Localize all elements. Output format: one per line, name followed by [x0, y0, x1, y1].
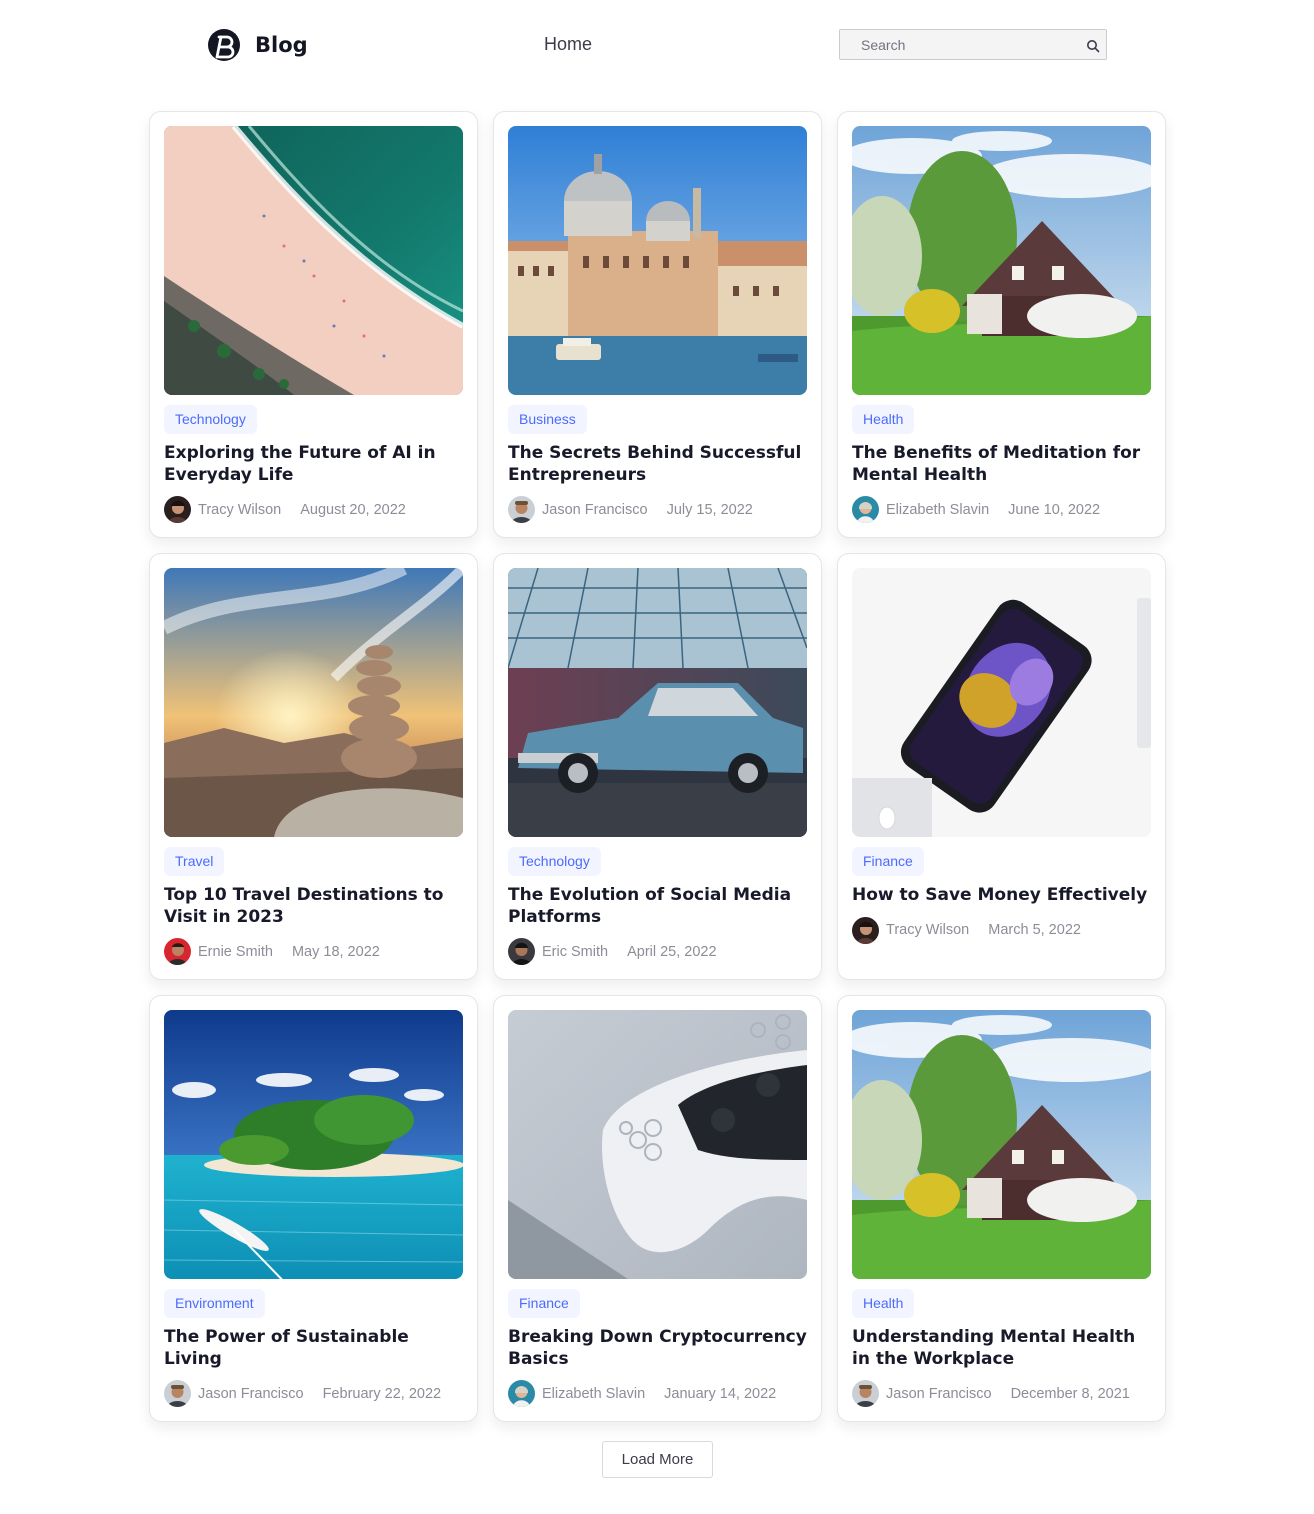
- post-title[interactable]: The Evolution of Social Media Platforms: [508, 885, 807, 928]
- post-meta: Jason Francisco July 15, 2022: [508, 496, 807, 523]
- author-avatar[interactable]: [164, 1380, 191, 1407]
- author-avatar[interactable]: [852, 496, 879, 523]
- post-grid: Technology Exploring the Future of AI in…: [149, 111, 1166, 1422]
- post-thumbnail[interactable]: [508, 1010, 807, 1279]
- post-card[interactable]: Technology Exploring the Future of AI in…: [149, 111, 478, 538]
- post-meta: Tracy Wilson August 20, 2022: [164, 496, 463, 523]
- post-date: May 18, 2022: [291, 943, 380, 960]
- post-title[interactable]: Top 10 Travel Destinations to Visit in 2…: [164, 885, 463, 928]
- category-tag[interactable]: Travel: [164, 847, 225, 876]
- author-name[interactable]: Ernie Smith: [198, 944, 273, 960]
- category-tag[interactable]: Business: [508, 405, 587, 434]
- post-card[interactable]: Travel Top 10 Travel Destinations to Vis…: [149, 553, 478, 980]
- logo-icon: [207, 28, 241, 62]
- post-thumbnail[interactable]: [852, 1010, 1151, 1279]
- category-tag[interactable]: Finance: [508, 1289, 580, 1318]
- author-avatar[interactable]: [508, 938, 535, 965]
- post-thumbnail[interactable]: [508, 126, 807, 395]
- post-title[interactable]: Exploring the Future of AI in Everyday L…: [164, 443, 463, 486]
- post-date: December 8, 2021: [1010, 1385, 1130, 1402]
- post-title[interactable]: The Benefits of Meditation for Mental He…: [852, 443, 1151, 486]
- author-avatar[interactable]: [852, 1380, 879, 1407]
- author-avatar[interactable]: [508, 496, 535, 523]
- author-avatar[interactable]: [852, 916, 879, 944]
- post-card[interactable]: Technology The Evolution of Social Media…: [493, 553, 822, 980]
- author-name[interactable]: Elizabeth Slavin: [542, 1386, 645, 1402]
- post-meta: Ernie Smith May 18, 2022: [164, 938, 463, 965]
- site-header: Blog Home: [0, 0, 1314, 90]
- author-name[interactable]: Elizabeth Slavin: [886, 502, 989, 518]
- post-date: August 20, 2022: [300, 501, 406, 518]
- post-title[interactable]: Breaking Down Cryptocurrency Basics: [508, 1327, 807, 1370]
- post-date: March 5, 2022: [988, 922, 1081, 938]
- author-name[interactable]: Tracy Wilson: [886, 922, 969, 938]
- category-tag[interactable]: Environment: [164, 1289, 265, 1318]
- search-input[interactable]: [840, 30, 1106, 59]
- post-title[interactable]: Understanding Mental Health in the Workp…: [852, 1327, 1151, 1370]
- post-card[interactable]: Finance How to Save Money Effectively Tr…: [837, 553, 1166, 980]
- search-icon[interactable]: [1086, 39, 1100, 53]
- post-title[interactable]: The Secrets Behind Successful Entreprene…: [508, 443, 807, 486]
- author-name[interactable]: Eric Smith: [542, 944, 608, 960]
- post-card[interactable]: Health Understanding Mental Health in th…: [837, 995, 1166, 1422]
- post-card[interactable]: Environment The Power of Sustainable Liv…: [149, 995, 478, 1422]
- nav-home-link[interactable]: Home: [544, 34, 592, 55]
- post-meta: Jason Francisco February 22, 2022: [164, 1380, 463, 1407]
- category-tag[interactable]: Health: [852, 405, 915, 434]
- author-name[interactable]: Jason Francisco: [198, 1386, 304, 1402]
- logo[interactable]: Blog: [207, 28, 308, 62]
- author-name[interactable]: Jason Francisco: [886, 1386, 992, 1402]
- load-more-button[interactable]: Load More: [602, 1441, 713, 1478]
- post-meta: Elizabeth Slavin June 10, 2022: [852, 496, 1151, 523]
- post-meta: Jason Francisco December 8, 2021: [852, 1380, 1151, 1407]
- post-thumbnail[interactable]: [164, 126, 463, 395]
- category-tag[interactable]: Finance: [852, 847, 924, 876]
- post-card[interactable]: Finance Breaking Down Cryptocurrency Bas…: [493, 995, 822, 1422]
- post-date: February 22, 2022: [322, 1385, 442, 1402]
- post-card[interactable]: Business The Secrets Behind Successful E…: [493, 111, 822, 538]
- post-meta: Tracy Wilson March 5, 2022: [852, 916, 1151, 944]
- post-thumbnail[interactable]: [164, 568, 463, 837]
- author-avatar[interactable]: [164, 496, 191, 523]
- search-box[interactable]: [839, 29, 1107, 60]
- post-thumbnail[interactable]: [508, 568, 807, 837]
- post-title[interactable]: The Power of Sustainable Living: [164, 1327, 463, 1370]
- category-tag[interactable]: Technology: [164, 405, 257, 434]
- author-name[interactable]: Jason Francisco: [542, 502, 648, 518]
- post-meta: Eric Smith April 25, 2022: [508, 938, 807, 965]
- author-avatar[interactable]: [164, 938, 191, 965]
- author-name[interactable]: Tracy Wilson: [198, 502, 281, 518]
- logo-text: Blog: [255, 33, 308, 57]
- post-meta: Elizabeth Slavin January 14, 2022: [508, 1380, 807, 1407]
- category-tag[interactable]: Technology: [508, 847, 601, 876]
- post-thumbnail[interactable]: [852, 568, 1151, 837]
- post-date: January 14, 2022: [664, 1385, 777, 1402]
- post-thumbnail[interactable]: [164, 1010, 463, 1279]
- post-card[interactable]: Health The Benefits of Meditation for Me…: [837, 111, 1166, 538]
- post-title[interactable]: How to Save Money Effectively: [852, 885, 1151, 907]
- author-avatar[interactable]: [508, 1380, 535, 1407]
- post-date: July 15, 2022: [666, 501, 753, 518]
- post-date: April 25, 2022: [627, 943, 717, 960]
- category-tag[interactable]: Health: [852, 1289, 915, 1318]
- post-date: June 10, 2022: [1008, 501, 1101, 518]
- post-thumbnail[interactable]: [852, 126, 1151, 395]
